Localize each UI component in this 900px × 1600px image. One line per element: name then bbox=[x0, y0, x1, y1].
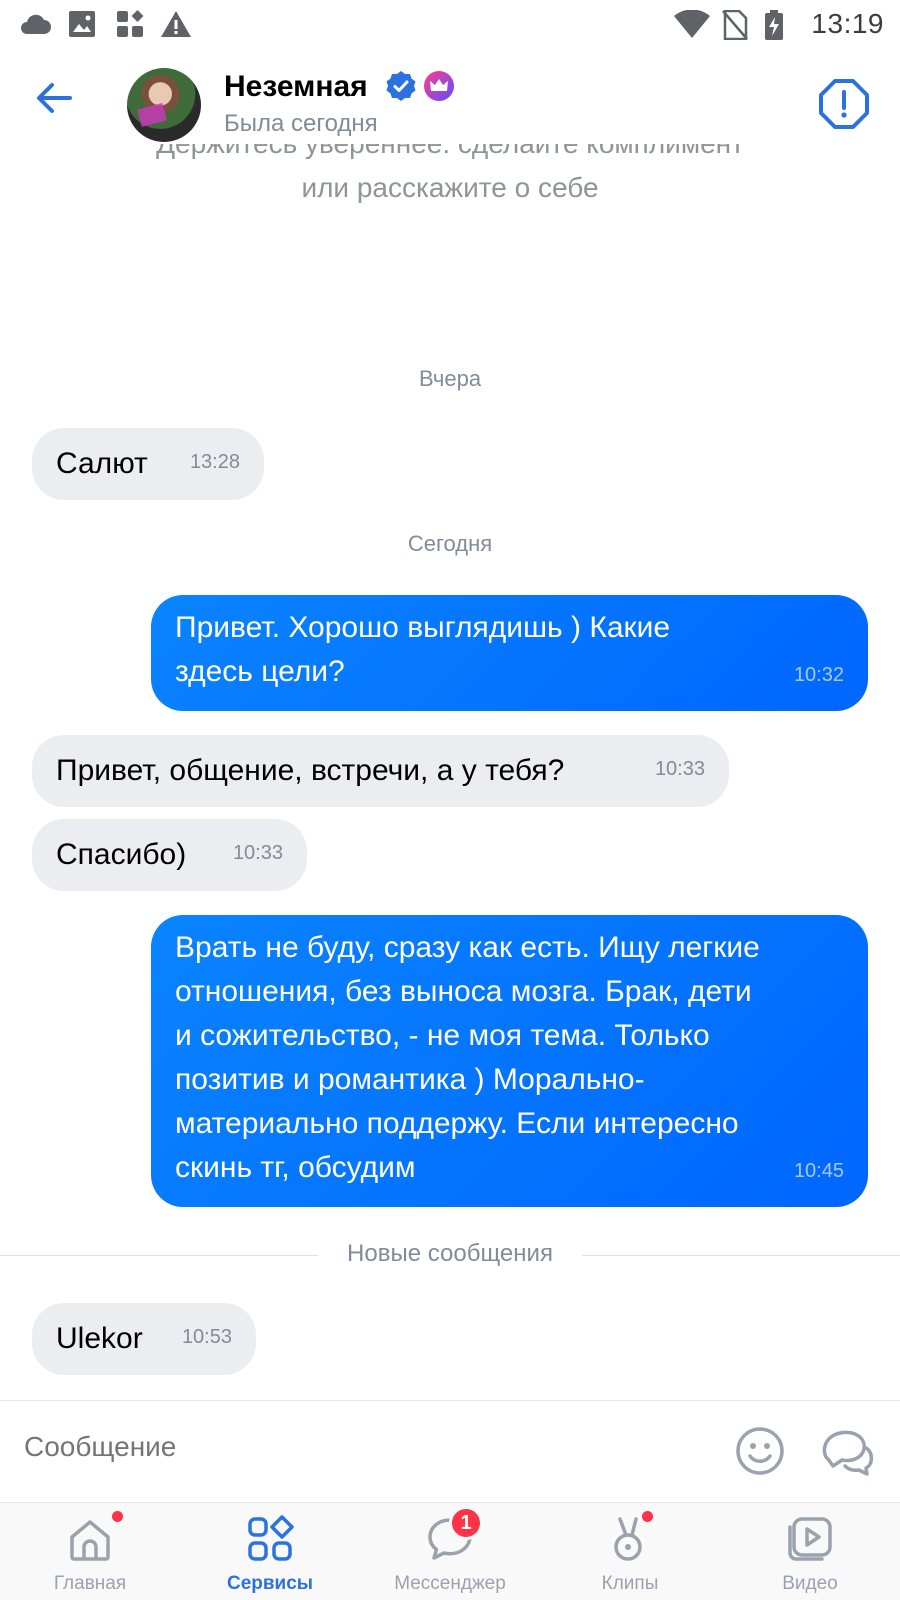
tab-label: Мессенджер bbox=[394, 1573, 506, 1594]
message-time: 10:33 bbox=[654, 758, 705, 780]
tab-video[interactable]: Видео bbox=[720, 1503, 900, 1600]
bottom-tab-bar: Главная Сервисы 1 Мессенджер Клипы Видео bbox=[0, 1502, 900, 1600]
message-time: 10:45 bbox=[793, 1160, 844, 1182]
message-incoming[interactable]: Привет, общение, встречи, а у тебя? 10:3… bbox=[32, 735, 729, 807]
battery-icon bbox=[765, 10, 783, 40]
notification-dot bbox=[112, 1511, 123, 1522]
video-icon bbox=[788, 1517, 832, 1561]
tab-label: Главная bbox=[53, 1573, 127, 1594]
message-incoming[interactable]: Ulekor 10:53 bbox=[32, 1303, 256, 1375]
message-text-line: здесь цели? bbox=[175, 655, 345, 688]
tab-messenger[interactable]: 1 Мессенджер bbox=[360, 1503, 540, 1600]
message-time: 10:33 bbox=[232, 842, 283, 864]
avatar-overlay bbox=[137, 102, 167, 128]
no-sim-icon bbox=[722, 10, 748, 40]
notification-dot bbox=[642, 1511, 653, 1522]
verified-badge-icon bbox=[386, 71, 416, 101]
clips-icon bbox=[614, 1517, 642, 1561]
contact-name[interactable]: Неземная bbox=[224, 70, 368, 104]
message-outgoing[interactable]: Врать не буду, сразу как есть. Ищу легки… bbox=[151, 915, 868, 1207]
tab-label: Видео bbox=[782, 1573, 838, 1594]
unread-badge: 1 bbox=[449, 1506, 483, 1540]
message-text-line: скинь тг, обсудим bbox=[175, 1151, 416, 1184]
chat-hint: или расскажите о себе bbox=[301, 172, 599, 203]
tab-label: Клипы bbox=[601, 1573, 659, 1594]
report-icon[interactable] bbox=[818, 78, 870, 130]
message-time: 10:32 bbox=[793, 664, 844, 686]
message-text-line: позитив и романтика ) Морально- bbox=[175, 1063, 645, 1096]
tab-clips[interactable]: Клипы bbox=[540, 1503, 720, 1600]
cloud-icon bbox=[21, 14, 51, 34]
message-time: 13:28 bbox=[189, 451, 240, 473]
back-arrow-icon[interactable] bbox=[30, 74, 78, 122]
date-separator-today: Сегодня bbox=[407, 531, 493, 556]
message-text-line: отношения, без выноса мозга. Брак, дети bbox=[175, 975, 752, 1008]
message-list[interactable]: Держитесь увереннее: сделайте комплимент… bbox=[0, 144, 900, 1400]
message-text-line: Привет. Хорошо выглядишь ) Какие bbox=[175, 611, 671, 644]
message-outgoing[interactable]: Привет. Хорошо выглядишь ) Какие здесь ц… bbox=[151, 595, 868, 711]
home-icon bbox=[70, 1520, 110, 1561]
message-text-line: и сожительство, - не моя тема. Только bbox=[175, 1019, 710, 1052]
date-separator-yesterday: Вчера bbox=[418, 366, 482, 391]
contact-status: Была сегодня bbox=[224, 110, 378, 137]
avatar[interactable] bbox=[127, 68, 201, 142]
message-input[interactable] bbox=[24, 1431, 624, 1463]
new-messages-separator: Новые сообщения bbox=[347, 1240, 553, 1267]
message-composer bbox=[0, 1400, 900, 1502]
status-bar: 13:19 bbox=[0, 0, 900, 48]
tab-home[interactable]: Главная bbox=[0, 1503, 180, 1600]
message-incoming[interactable]: Спасибо) 10:33 bbox=[32, 819, 307, 891]
apps-icon bbox=[117, 10, 144, 37]
wifi-icon bbox=[674, 10, 710, 38]
clock: 13:19 bbox=[811, 8, 884, 39]
chat-hint-partial: Держитесь увереннее: сделайте комплимент bbox=[0, 144, 900, 160]
stickers-icon[interactable] bbox=[820, 1425, 876, 1477]
crown-premium-icon bbox=[424, 71, 454, 101]
message-text: Привет, общение, встречи, а у тебя? bbox=[56, 754, 565, 787]
message-text-line: Врать не буду, сразу как есть. Ищу легки… bbox=[175, 931, 760, 964]
emoji-icon[interactable] bbox=[734, 1425, 786, 1477]
chat-header: Неземная Была сегодня bbox=[0, 48, 900, 144]
tab-label: Сервисы bbox=[226, 1573, 314, 1594]
services-icon bbox=[248, 1515, 294, 1561]
image-icon bbox=[69, 11, 95, 37]
tab-services[interactable]: Сервисы bbox=[180, 1503, 360, 1600]
warning-icon bbox=[161, 11, 191, 37]
message-incoming[interactable]: Салют 13:28 bbox=[32, 428, 264, 500]
message-time: 10:53 bbox=[181, 1326, 232, 1348]
message-text-line: материально поддержу. Если интересно bbox=[175, 1107, 739, 1140]
